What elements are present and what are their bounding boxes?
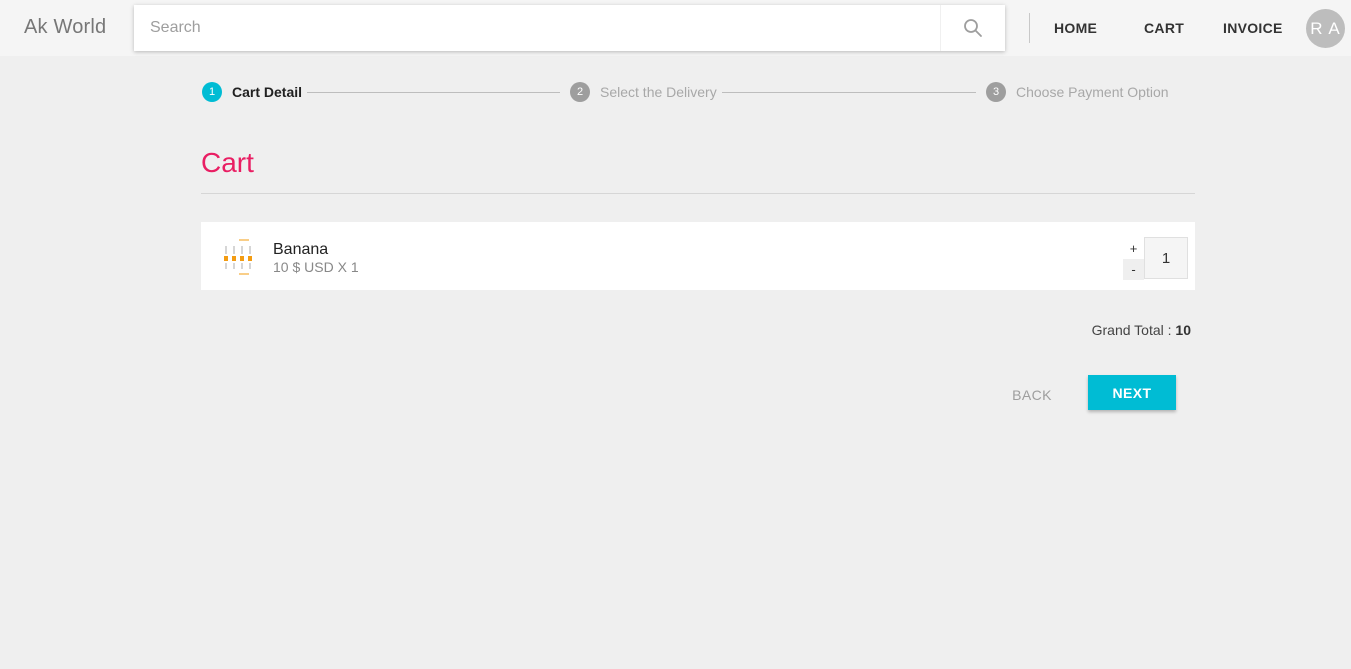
- app-header: Ak World HOME CART INVOICE R A: [0, 0, 1351, 56]
- product-thumbnail-icon: [216, 236, 258, 278]
- search-input[interactable]: [134, 5, 940, 51]
- grand-total-label: Grand Total :: [1091, 322, 1172, 338]
- page-title: Cart: [201, 147, 254, 178]
- quantity-decrease-button[interactable]: -: [1123, 259, 1144, 280]
- quantity-increase-button[interactable]: +: [1123, 237, 1144, 259]
- nav-invoice[interactable]: INVOICE: [1223, 20, 1283, 36]
- step-3-label: Choose Payment Option: [1016, 84, 1169, 100]
- step-1-number: 1: [202, 82, 222, 102]
- search-button[interactable]: [940, 5, 1005, 51]
- next-button[interactable]: NEXT: [1088, 375, 1176, 410]
- title-divider: [201, 193, 1195, 194]
- step-2-label: Select the Delivery: [600, 84, 717, 100]
- step-connector: [307, 92, 560, 93]
- nav-cart[interactable]: CART: [1144, 20, 1184, 36]
- step-3-number: 3: [986, 82, 1006, 102]
- header-divider: [1029, 13, 1030, 43]
- step-1-label: Cart Detail: [232, 84, 303, 100]
- back-button[interactable]: BACK: [1002, 380, 1062, 410]
- cart-item: Banana 10 $ USD X 1 + - 1: [201, 222, 1195, 290]
- search-bar: [134, 5, 1005, 51]
- grand-total: Grand Total : 10: [1092, 322, 1191, 338]
- brand-title[interactable]: Ak World: [24, 16, 106, 39]
- grand-total-value: 10: [1175, 322, 1191, 338]
- step-connector: [722, 92, 976, 93]
- nav-home[interactable]: HOME: [1054, 20, 1097, 36]
- search-icon: [964, 19, 982, 37]
- item-name: Banana: [273, 241, 329, 258]
- quantity-field[interactable]: 1: [1144, 237, 1188, 279]
- avatar[interactable]: R A: [1306, 9, 1345, 48]
- step-2-number: 2: [570, 82, 590, 102]
- item-price: 10 $ USD X 1: [273, 259, 359, 275]
